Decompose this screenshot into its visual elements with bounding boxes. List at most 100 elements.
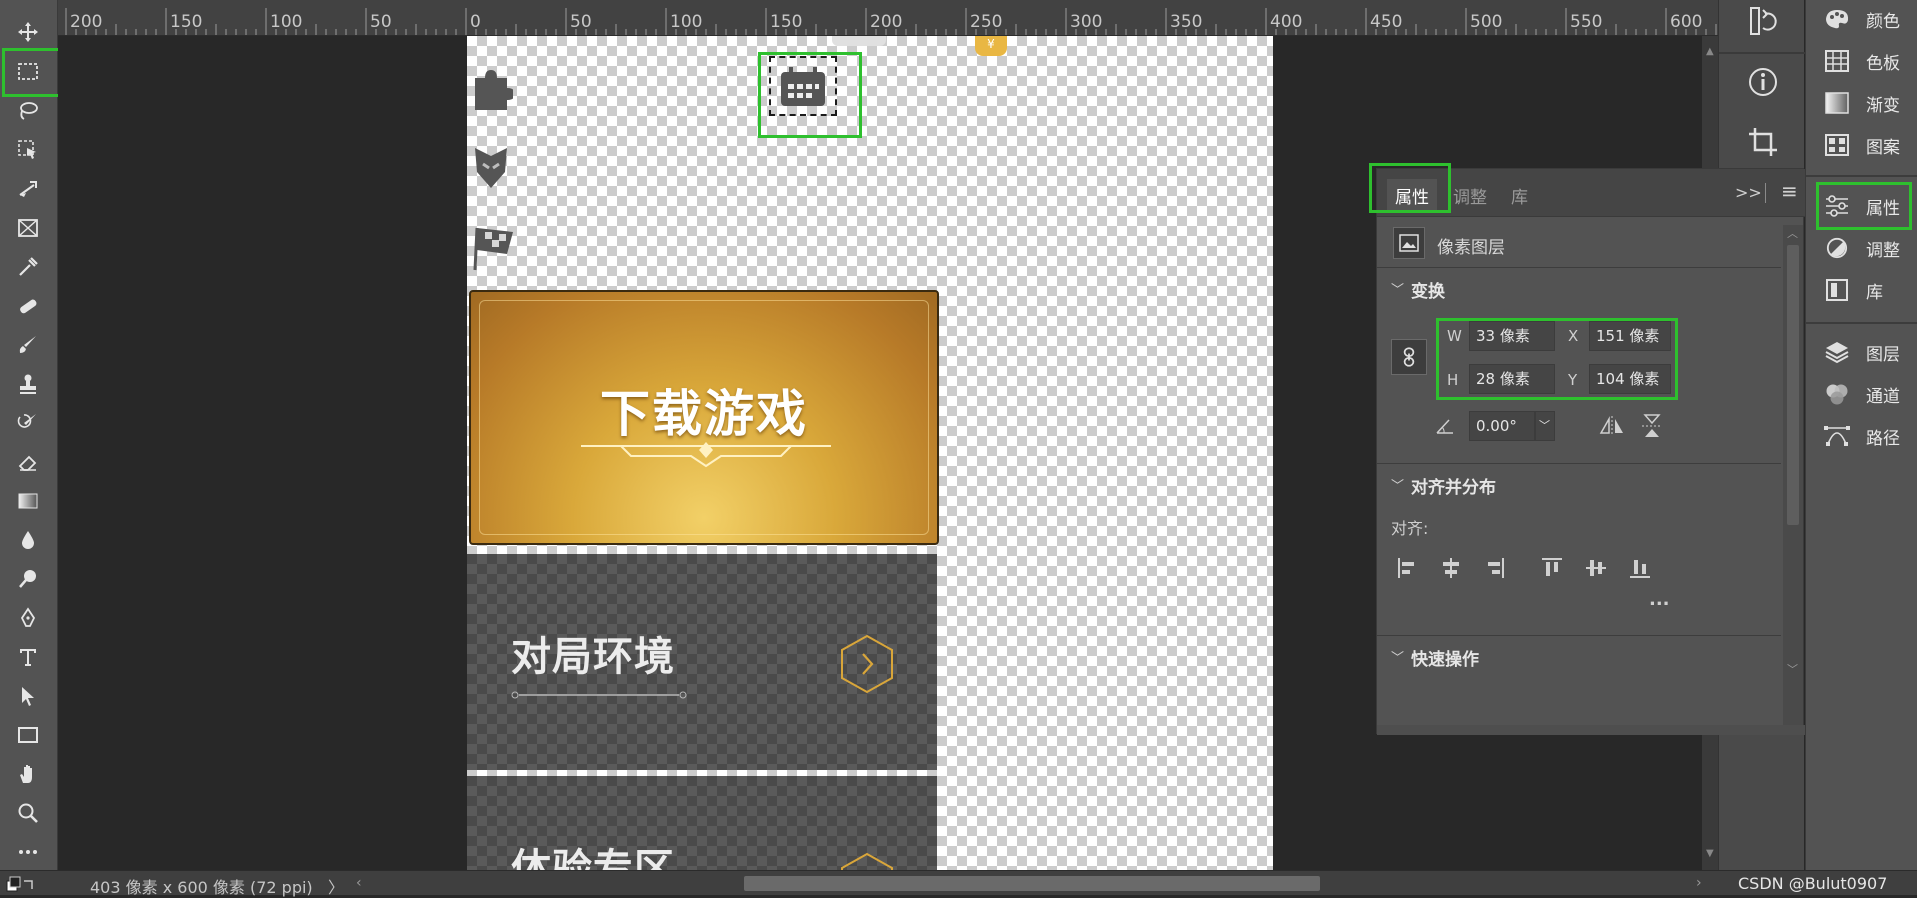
default-colors-icon[interactable] xyxy=(6,875,36,893)
transform-chevron-icon[interactable]: ﹀ xyxy=(1391,279,1404,298)
panel-item-label: 颜色 xyxy=(1866,11,1900,32)
document-canvas[interactable]: ¥ 下载游戏 对局环境 体验专区 xyxy=(467,36,1273,870)
quick-actions-chevron-icon[interactable]: ﹀ xyxy=(1391,647,1404,666)
angle-dropdown-icon[interactable]: ﹀ xyxy=(1535,411,1555,441)
panel-item-label: 调整 xyxy=(1866,240,1900,261)
collapsed-panels-list: 颜色 色板 渐变 图案 属性 调整 库 图层 通道 路径 xyxy=(1805,0,1917,870)
tab-libraries[interactable]: 库 xyxy=(1503,179,1536,212)
more-align-options-icon[interactable]: ... xyxy=(1649,589,1670,610)
panel-item-label: 图层 xyxy=(1866,344,1900,365)
frame-tool-icon[interactable] xyxy=(8,212,48,244)
align-chevron-icon[interactable]: ﹀ xyxy=(1391,475,1404,494)
scroll-down-icon[interactable]: ﹀ xyxy=(1787,661,1798,677)
properties-tab-highlight xyxy=(1369,163,1451,213)
properties-scrollbar[interactable]: ︿ ﹀ xyxy=(1783,225,1803,725)
pen-tool-icon[interactable] xyxy=(8,602,48,634)
align-right-edges-icon[interactable] xyxy=(1483,557,1505,579)
info-panel-icon[interactable] xyxy=(1745,64,1781,100)
blur-tool-icon[interactable] xyxy=(8,524,48,556)
hand-tool-icon[interactable] xyxy=(8,758,48,790)
experience-zone-title: 体验专区 xyxy=(511,846,675,870)
align-vertical-centers-icon[interactable] xyxy=(1585,557,1607,579)
scroll-up-icon[interactable]: ︿ xyxy=(1787,225,1798,241)
clone-stamp-tool-icon[interactable] xyxy=(8,368,48,400)
panel-menu-icon[interactable]: ≡ xyxy=(1781,179,1798,203)
panel-item-gradients[interactable]: 渐变 xyxy=(1806,85,1917,121)
healing-brush-tool-icon[interactable] xyxy=(8,290,48,322)
panel-item-paths[interactable]: 路径 xyxy=(1806,418,1917,454)
align-distribute-header[interactable]: 对齐并分布 xyxy=(1411,473,1496,498)
status-bar: 403 像素 x 600 像素 (72 ppi) 〉 ‹ › CSDN @Bul… xyxy=(0,870,1917,898)
expand-panel-icon[interactable]: >> xyxy=(1735,183,1762,202)
properties-scroll-thumb[interactable] xyxy=(1787,245,1799,525)
panel-item-channels[interactable]: 通道 xyxy=(1806,376,1917,412)
history-panel-icon[interactable] xyxy=(1745,4,1781,40)
download-game-card[interactable]: 下载游戏 xyxy=(469,290,939,545)
puzzle-icon xyxy=(471,66,515,114)
experience-zone-card[interactable]: 体验专区 xyxy=(467,776,937,870)
ruler-label: 50 xyxy=(370,12,392,32)
panel-item-libraries[interactable]: 库 xyxy=(1806,272,1917,308)
zoom-tool-icon[interactable] xyxy=(8,797,48,829)
align-horizontal-centers-icon[interactable] xyxy=(1440,557,1462,579)
scroll-up-icon[interactable]: ▲ xyxy=(1706,46,1714,57)
eraser-tool-icon[interactable] xyxy=(8,446,48,478)
panel-item-label: 色板 xyxy=(1866,53,1900,74)
calendar-highlight xyxy=(758,52,862,138)
status-menu-arrow-icon[interactable]: 〉 xyxy=(328,874,344,898)
panel-item-color[interactable]: 颜色 xyxy=(1806,1,1917,37)
coin-badge: ¥ xyxy=(975,36,1007,56)
dock-divider xyxy=(1719,52,1805,54)
panel-item-label: 渐变 xyxy=(1866,95,1900,116)
ruler-label: 350 xyxy=(1170,12,1203,32)
gradient-icon xyxy=(1822,91,1852,115)
rectangle-tool-icon[interactable] xyxy=(8,719,48,751)
crop-panel-icon[interactable] xyxy=(1745,124,1781,160)
flip-horizontal-icon[interactable] xyxy=(1599,415,1625,437)
horizontal-scroll-thumb[interactable] xyxy=(744,876,1320,891)
transform-header[interactable]: 变换 xyxy=(1411,277,1445,302)
download-game-title: 下载游戏 xyxy=(600,385,808,443)
flip-vertical-icon[interactable] xyxy=(1641,413,1663,439)
gold-ornament-divider xyxy=(581,442,831,468)
type-tool-icon[interactable] xyxy=(8,641,48,673)
align-bottom-edges-icon[interactable] xyxy=(1629,557,1651,579)
ruler-label: 100 xyxy=(270,12,303,32)
link-dimensions-icon[interactable] xyxy=(1391,339,1427,375)
history-brush-tool-icon[interactable] xyxy=(8,407,48,439)
align-top-edges-icon[interactable] xyxy=(1541,557,1563,579)
panel-resize-grip[interactable] xyxy=(1377,725,1805,735)
dodge-tool-icon[interactable] xyxy=(8,563,48,595)
document-dimensions: 403 像素 x 600 像素 (72 ppi) xyxy=(90,878,313,897)
align-left-edges-icon[interactable] xyxy=(1397,557,1419,579)
crop-tool-icon[interactable] xyxy=(8,173,48,205)
eyedropper-tool-icon[interactable] xyxy=(8,251,48,283)
adjustments-icon xyxy=(1822,236,1852,260)
tab-adjustments[interactable]: 调整 xyxy=(1445,179,1495,212)
more-tools-icon[interactable] xyxy=(8,836,48,868)
angle-field[interactable]: 0.00° xyxy=(1469,411,1535,441)
panel-item-adjustments[interactable]: 调整 xyxy=(1806,230,1917,266)
panel-item-label: 库 xyxy=(1866,282,1883,303)
title-underline xyxy=(511,691,687,699)
object-selection-tool-icon[interactable] xyxy=(8,134,48,166)
quick-actions-header[interactable]: 快速操作 xyxy=(1411,645,1479,670)
scroll-left-icon[interactable]: ‹ xyxy=(356,875,362,891)
tools-toolbar xyxy=(0,0,68,895)
ruler-label: 100 xyxy=(670,12,703,32)
panel-item-swatches[interactable]: 色板 xyxy=(1806,43,1917,79)
brush-tool-icon[interactable] xyxy=(8,329,48,361)
lasso-tool-icon[interactable] xyxy=(8,95,48,127)
path-selection-tool-icon[interactable] xyxy=(8,680,48,712)
hexagon-arrow-icon[interactable] xyxy=(839,852,895,870)
match-environment-card[interactable]: 对局环境 xyxy=(467,554,937,770)
gradient-tool-icon[interactable] xyxy=(8,485,48,517)
hexagon-arrow-icon[interactable] xyxy=(839,634,895,694)
layer-type-label: 像素图层 xyxy=(1437,238,1505,258)
scroll-down-icon[interactable]: ▼ xyxy=(1706,848,1714,859)
panel-item-patterns[interactable]: 图案 xyxy=(1806,127,1917,163)
scroll-right-icon[interactable]: › xyxy=(1696,875,1702,891)
panel-item-layers[interactable]: 图层 xyxy=(1806,334,1917,370)
paths-icon xyxy=(1822,424,1852,448)
move-tool-icon[interactable] xyxy=(8,16,48,48)
